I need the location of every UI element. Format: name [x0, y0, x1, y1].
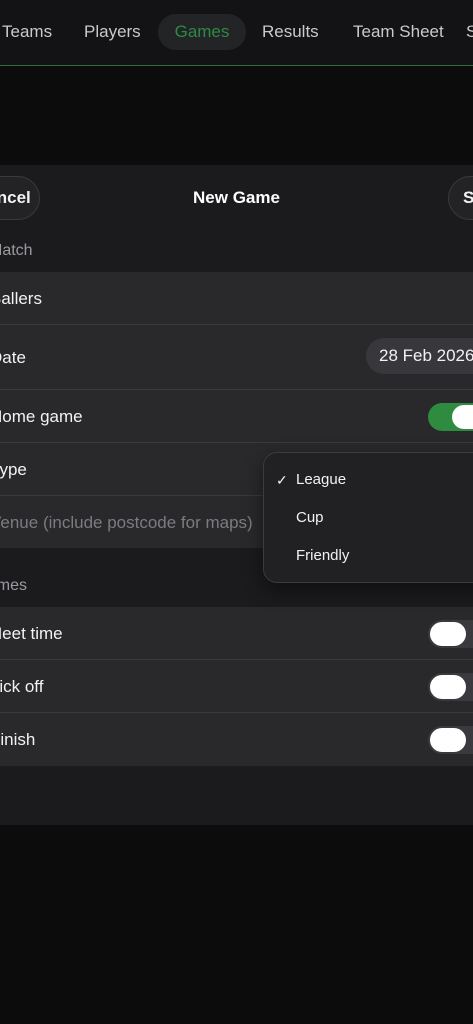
opponent-field[interactable]: Ballers	[0, 289, 42, 309]
kick-off-toggle[interactable]	[428, 673, 473, 701]
checkmark-icon: ✓	[276, 472, 288, 488]
type-label: Type	[0, 460, 27, 479]
menu-item-friendly[interactable]: Friendly	[264, 537, 473, 575]
tab-team-sheet[interactable]: Team Sheet	[353, 14, 444, 50]
toggle-knob	[430, 728, 466, 752]
menu-item-label: Friendly	[296, 547, 350, 564]
date-picker[interactable]: 28 Feb 2026	[366, 338, 473, 374]
opponent-row[interactable]: Ballers	[0, 272, 473, 325]
venue-input[interactable]: Venue (include postcode for maps)	[0, 513, 253, 533]
tab-games[interactable]: Games	[158, 14, 246, 50]
type-dropdown-menu: ✓ League Cup Friendly	[263, 452, 473, 583]
home-game-label: Home game	[0, 407, 83, 426]
home-game-toggle[interactable]	[428, 403, 473, 431]
finish-row: Finish	[0, 713, 473, 766]
kick-off-row: Kick off	[0, 660, 473, 713]
menu-item-league[interactable]: ✓ League	[264, 461, 473, 499]
top-tab-bar: Teams Players Games Results Team Sheet S	[0, 0, 473, 66]
date-row: Date 28 Feb 2026	[0, 325, 473, 390]
menu-item-label: League	[296, 471, 347, 488]
menu-item-cup[interactable]: Cup	[264, 499, 473, 537]
section-header-match: Match	[0, 242, 33, 259]
meet-time-label: Meet time	[0, 624, 63, 643]
toggle-knob	[430, 622, 466, 646]
tab-players[interactable]: Players	[84, 14, 141, 50]
finish-label: Finish	[0, 730, 36, 749]
sheet-title: New Game	[193, 188, 280, 207]
kick-off-label: Kick off	[0, 677, 44, 696]
home-game-row: Home game	[0, 390, 473, 443]
meet-time-row: Meet time	[0, 607, 473, 660]
toggle-knob	[452, 405, 473, 429]
meet-time-toggle[interactable]	[428, 620, 473, 648]
finish-toggle[interactable]	[428, 726, 473, 754]
toggle-knob	[430, 675, 466, 699]
tab-teams[interactable]: Teams	[2, 14, 52, 50]
times-group: Meet time Kick off Finish	[0, 607, 473, 766]
date-label: Date	[0, 348, 26, 367]
sheet-header: New Game Cancel Save	[0, 165, 473, 231]
section-header-times: Times	[0, 577, 27, 594]
tab-overflow[interactable]: S	[466, 14, 473, 50]
menu-item-label: Cup	[296, 509, 324, 526]
tab-results[interactable]: Results	[262, 14, 319, 50]
